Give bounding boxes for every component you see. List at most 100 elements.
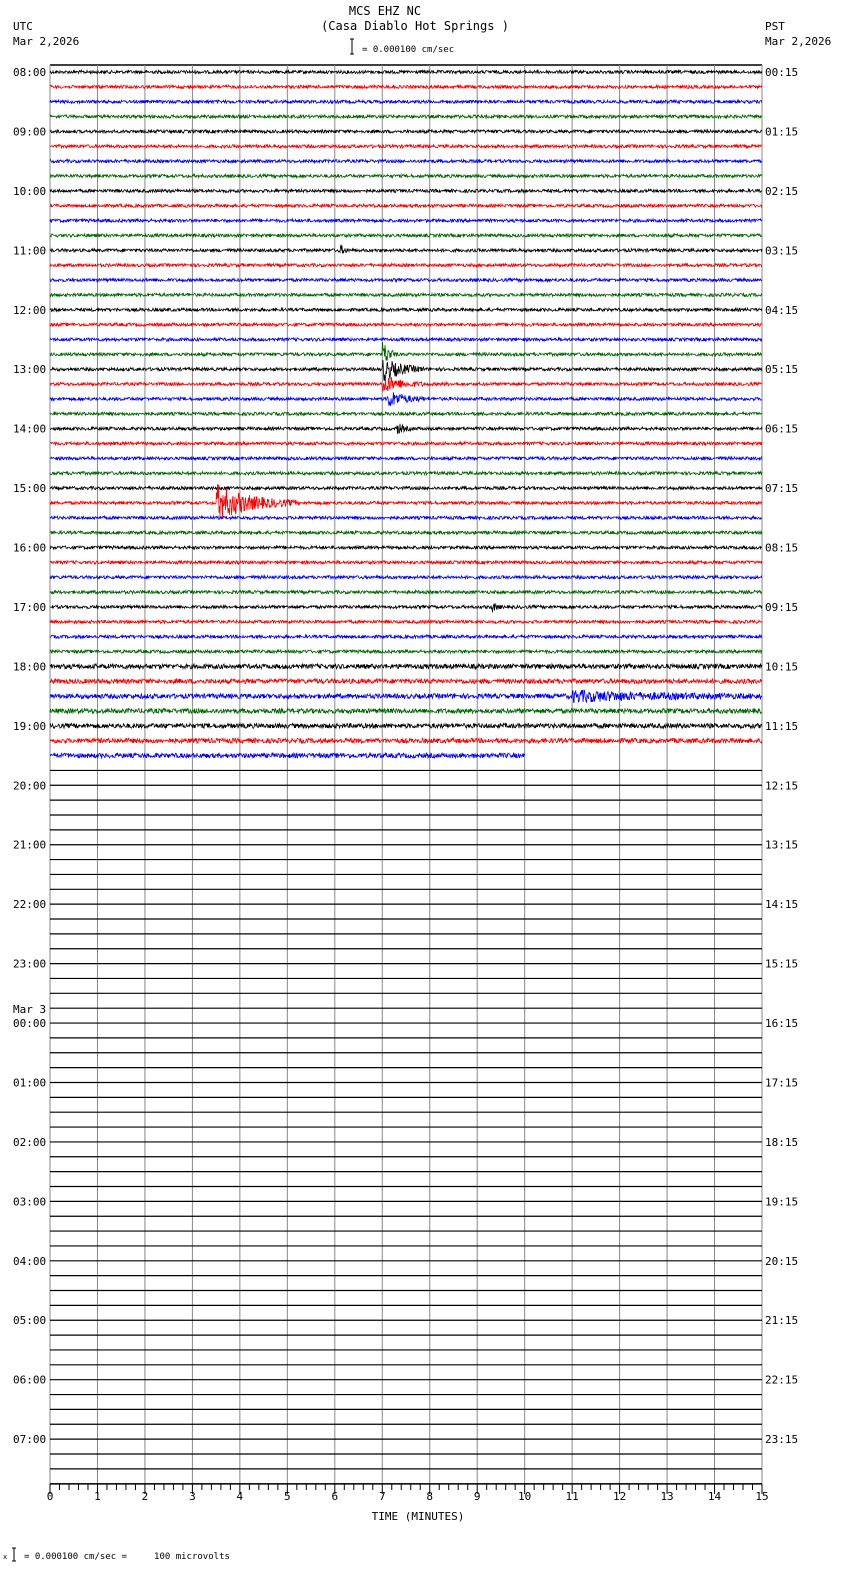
grid — [49, 64, 763, 1484]
utc-hour-label: 12:00 — [13, 304, 46, 317]
date-change-label: Mar 3 — [13, 1003, 46, 1016]
utc-hour-label: 17:00 — [13, 601, 46, 614]
x-tick-label: 15 — [755, 1490, 768, 1503]
x-tick-label: 13 — [660, 1490, 673, 1503]
seismic-trace — [49, 736, 763, 745]
utc-hour-label: 01:00 — [13, 1076, 46, 1089]
seismic-trace — [49, 455, 763, 462]
utc-hour-label: 07:00 — [13, 1433, 46, 1446]
seismic-trace — [49, 113, 763, 120]
pst-hour-label: 08:15 — [765, 542, 798, 555]
left-timezone: UTC — [13, 20, 33, 33]
x-tick-label: 6 — [331, 1490, 338, 1503]
right-date: Mar 2,2026 — [765, 35, 831, 48]
footer-scale-prefix: x — [3, 1553, 7, 1561]
seismic-trace — [49, 574, 763, 581]
seismic-trace — [49, 588, 763, 596]
x-tick-label: 5 — [284, 1490, 291, 1503]
seismic-trace — [49, 217, 763, 224]
utc-hour-label: 05:00 — [13, 1314, 46, 1327]
seismic-trace — [49, 392, 763, 407]
seismic-trace — [49, 470, 763, 477]
pst-hour-label: 01:15 — [765, 125, 798, 138]
utc-hour-label: 14:00 — [13, 423, 46, 436]
seismic-trace — [49, 423, 763, 435]
utc-hour-label: 00:00 — [13, 1017, 46, 1030]
footer-scale-label: = 0.000100 cm/sec = 100 microvolts — [24, 1552, 230, 1562]
seismic-trace — [49, 321, 763, 328]
pst-hour-label: 02:15 — [765, 185, 798, 198]
seismic-trace — [49, 440, 763, 447]
pst-hour-label: 14:15 — [765, 898, 798, 911]
utc-hour-label: 13:00 — [13, 363, 46, 376]
seismic-trace — [49, 484, 763, 492]
seismic-trace — [49, 98, 763, 105]
seismic-trace — [50, 360, 763, 381]
scale-label: = 0.000100 cm/sec — [362, 45, 454, 55]
x-tick-label: 7 — [379, 1490, 386, 1503]
pst-hour-label: 09:15 — [765, 601, 798, 614]
footer-scale-bar-icon — [12, 1547, 16, 1562]
seismic-trace — [49, 276, 763, 284]
utc-hour-label: 20:00 — [13, 779, 46, 792]
pst-hour-label: 17:15 — [765, 1076, 798, 1089]
seismic-trace — [49, 143, 763, 150]
seismic-trace — [49, 707, 763, 715]
x-tick-label: 1 — [94, 1490, 101, 1503]
utc-hour-label: 16:00 — [13, 542, 46, 555]
seismic-trace — [49, 158, 763, 165]
seismic-trace — [49, 291, 763, 299]
utc-hour-label: 15:00 — [13, 482, 46, 495]
utc-hour-label: 22:00 — [13, 898, 46, 911]
x-tick-label: 10 — [518, 1490, 531, 1503]
x-tick-label: 8 — [426, 1490, 433, 1503]
utc-hour-label: 08:00 — [13, 66, 46, 79]
pst-hour-label: 06:15 — [765, 423, 798, 436]
seismic-trace — [49, 83, 763, 90]
utc-hour-label: 11:00 — [13, 244, 46, 257]
seismic-trace — [49, 544, 763, 551]
seismic-trace — [49, 128, 763, 135]
seismic-trace — [49, 722, 763, 730]
pst-hour-label: 07:15 — [765, 482, 798, 495]
x-tick-label: 12 — [613, 1490, 626, 1503]
utc-hour-label: 19:00 — [13, 720, 46, 733]
seismic-trace — [49, 662, 763, 671]
utc-hour-label: 06:00 — [13, 1374, 46, 1387]
seismic-trace — [49, 633, 763, 640]
utc-hour-label: 21:00 — [13, 839, 46, 852]
utc-hour-label: 03:00 — [13, 1195, 46, 1208]
pst-hour-label: 05:15 — [765, 363, 798, 376]
helicorder-chart: MCS EHZ NC (Casa Diablo Hot Springs ) UT… — [3, 4, 831, 1562]
seismic-trace — [49, 172, 763, 180]
x-tick-label: 0 — [47, 1490, 54, 1503]
scale-bar-icon — [350, 38, 354, 55]
utc-hour-label: 10:00 — [13, 185, 46, 198]
pst-hour-label: 13:15 — [765, 839, 798, 852]
x-tick-label: 4 — [237, 1490, 244, 1503]
utc-hour-label: 02:00 — [13, 1136, 46, 1149]
x-axis: 0 1 2 3 4 5 6 7 8 9 10 11 12 13 14 15 — [47, 1483, 769, 1503]
seismic-trace — [49, 262, 763, 269]
x-tick-label: 2 — [142, 1490, 149, 1503]
chart-title: MCS EHZ NC — [349, 4, 421, 18]
seismic-trace — [49, 377, 763, 392]
seismic-trace — [49, 677, 763, 685]
seismic-trace — [49, 529, 763, 536]
seismic-trace — [49, 648, 763, 655]
traces — [49, 68, 763, 1485]
pst-hour-label: 22:15 — [765, 1374, 798, 1387]
pst-hour-label: 12:15 — [765, 779, 798, 792]
pst-hour-label: 23:15 — [765, 1433, 798, 1446]
seismic-trace — [49, 410, 763, 417]
seismic-trace — [49, 68, 763, 76]
pst-hour-label: 16:15 — [765, 1017, 798, 1030]
seismic-trace — [49, 618, 763, 625]
x-tick-label: 11 — [566, 1490, 579, 1503]
utc-hour-label: 04:00 — [13, 1255, 46, 1268]
pst-hour-label: 04:15 — [765, 304, 798, 317]
seismic-trace — [49, 306, 763, 313]
left-date: Mar 2,2026 — [13, 35, 79, 48]
pst-hour-label: 15:15 — [765, 958, 798, 971]
seismic-trace — [49, 689, 763, 704]
